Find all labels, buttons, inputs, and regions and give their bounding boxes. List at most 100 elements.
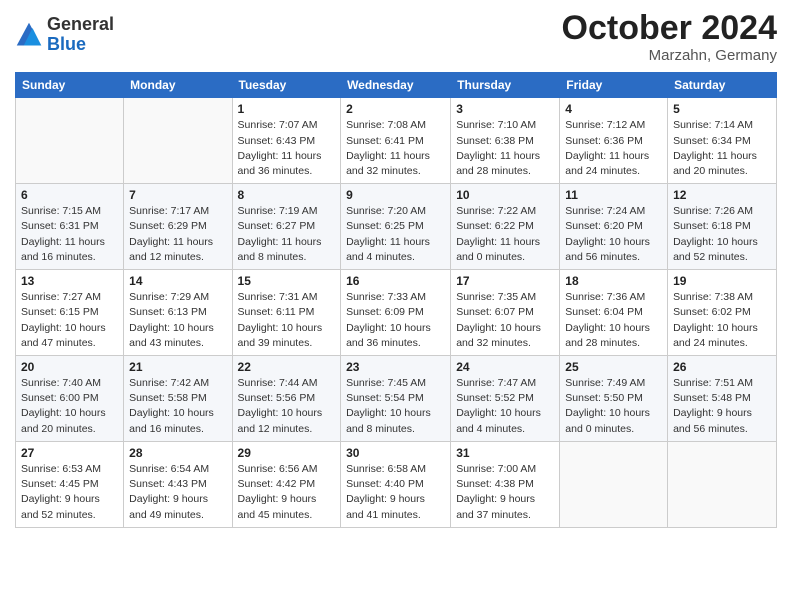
day-cell — [560, 441, 668, 527]
day-cell: 21 Sunrise: 7:42 AMSunset: 5:58 PMDayligh… — [124, 356, 232, 442]
day-info: Sunrise: 7:38 AMSunset: 6:02 PMDaylight:… — [673, 290, 771, 351]
day-info: Sunrise: 7:35 AMSunset: 6:07 PMDaylight:… — [456, 290, 554, 351]
day-cell: 29 Sunrise: 6:56 AMSunset: 4:42 PMDayligh… — [232, 441, 341, 527]
week-row-1: 1 Sunrise: 7:07 AMSunset: 6:43 PMDaylight… — [16, 98, 777, 184]
day-info: Sunrise: 7:36 AMSunset: 6:04 PMDaylight:… — [565, 290, 662, 351]
day-number: 21 — [129, 360, 226, 374]
day-number: 14 — [129, 274, 226, 288]
day-cell: 20 Sunrise: 7:40 AMSunset: 6:00 PMDayligh… — [16, 356, 124, 442]
day-info: Sunrise: 6:54 AMSunset: 4:43 PMDaylight:… — [129, 462, 226, 523]
day-info: Sunrise: 7:17 AMSunset: 6:29 PMDaylight:… — [129, 204, 226, 265]
day-info: Sunrise: 7:20 AMSunset: 6:25 PMDaylight:… — [346, 204, 445, 265]
day-info: Sunrise: 7:22 AMSunset: 6:22 PMDaylight:… — [456, 204, 554, 265]
day-cell: 6Sunrise: 7:15 AMSunset: 6:31 PMDaylight… — [16, 184, 124, 270]
day-number: 4 — [565, 102, 662, 116]
day-cell: 1 Sunrise: 7:07 AMSunset: 6:43 PMDaylight… — [232, 98, 341, 184]
day-info: Sunrise: 7:42 AMSunset: 5:58 PMDaylight:… — [129, 376, 226, 437]
day-info: Sunrise: 7:47 AMSunset: 5:52 PMDaylight:… — [456, 376, 554, 437]
day-info: Sunrise: 6:58 AMSunset: 4:40 PMDaylight:… — [346, 462, 445, 523]
day-cell: 26Sunrise: 7:51 AMSunset: 5:48 PMDayligh… — [668, 356, 777, 442]
day-number: 20 — [21, 360, 118, 374]
day-number: 7 — [129, 188, 226, 202]
day-number: 22 — [238, 360, 336, 374]
day-cell: 3Sunrise: 7:10 AMSunset: 6:38 PMDaylight… — [451, 98, 560, 184]
day-cell — [124, 98, 232, 184]
day-cell: 4Sunrise: 7:12 AMSunset: 6:36 PMDaylight… — [560, 98, 668, 184]
day-cell: 9Sunrise: 7:20 AMSunset: 6:25 PMDaylight… — [341, 184, 451, 270]
day-number: 28 — [129, 446, 226, 460]
day-cell: 22Sunrise: 7:44 AMSunset: 5:56 PMDayligh… — [232, 356, 341, 442]
day-cell — [16, 98, 124, 184]
day-number: 26 — [673, 360, 771, 374]
day-cell: 31 Sunrise: 7:00 AMSunset: 4:38 PMDayligh… — [451, 441, 560, 527]
col-friday: Friday — [560, 73, 668, 98]
day-info: Sunrise: 6:53 AMSunset: 4:45 PMDaylight:… — [21, 462, 118, 523]
generalblue-icon — [15, 21, 43, 49]
day-number: 5 — [673, 102, 771, 116]
day-cell: 14 Sunrise: 7:29 AMSunset: 6:13 PMDayligh… — [124, 270, 232, 356]
day-number: 31 — [456, 446, 554, 460]
header-row: Sunday Monday Tuesday Wednesday Thursday… — [16, 73, 777, 98]
day-number: 27 — [21, 446, 118, 460]
day-number: 8 — [238, 188, 336, 202]
col-monday: Monday — [124, 73, 232, 98]
day-cell: 11Sunrise: 7:24 AMSunset: 6:20 PMDayligh… — [560, 184, 668, 270]
day-number: 23 — [346, 360, 445, 374]
day-cell: 23Sunrise: 7:45 AMSunset: 5:54 PMDayligh… — [341, 356, 451, 442]
day-cell: 18 Sunrise: 7:36 AMSunset: 6:04 PMDayligh… — [560, 270, 668, 356]
header: General Blue October 2024 Marzahn, Germa… — [15, 10, 777, 64]
day-cell: 10 Sunrise: 7:22 AMSunset: 6:22 PMDayligh… — [451, 184, 560, 270]
week-row-5: 27 Sunrise: 6:53 AMSunset: 4:45 PMDayligh… — [16, 441, 777, 527]
day-cell: 30 Sunrise: 6:58 AMSunset: 4:40 PMDayligh… — [341, 441, 451, 527]
day-number: 24 — [456, 360, 554, 374]
day-info: Sunrise: 7:27 AMSunset: 6:15 PMDaylight:… — [21, 290, 118, 351]
day-info: Sunrise: 6:56 AMSunset: 4:42 PMDaylight:… — [238, 462, 336, 523]
day-info: Sunrise: 7:24 AMSunset: 6:20 PMDaylight:… — [565, 204, 662, 265]
day-info: Sunrise: 7:40 AMSunset: 6:00 PMDaylight:… — [21, 376, 118, 437]
day-number: 6 — [21, 188, 118, 202]
col-saturday: Saturday — [668, 73, 777, 98]
day-cell: 12 Sunrise: 7:26 AMSunset: 6:18 PMDayligh… — [668, 184, 777, 270]
day-cell: 13 Sunrise: 7:27 AMSunset: 6:15 PMDayligh… — [16, 270, 124, 356]
day-number: 3 — [456, 102, 554, 116]
day-info: Sunrise: 7:14 AMSunset: 6:34 PMDaylight:… — [673, 118, 771, 179]
day-info: Sunrise: 7:29 AMSunset: 6:13 PMDaylight:… — [129, 290, 226, 351]
day-number: 30 — [346, 446, 445, 460]
day-number: 17 — [456, 274, 554, 288]
day-number: 13 — [21, 274, 118, 288]
day-cell: 16Sunrise: 7:33 AMSunset: 6:09 PMDayligh… — [341, 270, 451, 356]
day-number: 25 — [565, 360, 662, 374]
day-info: Sunrise: 7:26 AMSunset: 6:18 PMDaylight:… — [673, 204, 771, 265]
month-title: October 2024 — [562, 10, 777, 47]
day-info: Sunrise: 7:33 AMSunset: 6:09 PMDaylight:… — [346, 290, 445, 351]
day-number: 2 — [346, 102, 445, 116]
day-number: 18 — [565, 274, 662, 288]
day-cell: 15 Sunrise: 7:31 AMSunset: 6:11 PMDayligh… — [232, 270, 341, 356]
day-info: Sunrise: 7:19 AMSunset: 6:27 PMDaylight:… — [238, 204, 336, 265]
logo-text: General Blue — [47, 15, 114, 55]
day-cell: 28 Sunrise: 6:54 AMSunset: 4:43 PMDayligh… — [124, 441, 232, 527]
day-cell: 25Sunrise: 7:49 AMSunset: 5:50 PMDayligh… — [560, 356, 668, 442]
week-row-4: 20 Sunrise: 7:40 AMSunset: 6:00 PMDayligh… — [16, 356, 777, 442]
day-number: 10 — [456, 188, 554, 202]
day-number: 19 — [673, 274, 771, 288]
day-cell: 7 Sunrise: 7:17 AMSunset: 6:29 PMDaylight… — [124, 184, 232, 270]
week-row-2: 6Sunrise: 7:15 AMSunset: 6:31 PMDaylight… — [16, 184, 777, 270]
day-info: Sunrise: 7:31 AMSunset: 6:11 PMDaylight:… — [238, 290, 336, 351]
day-cell — [668, 441, 777, 527]
day-cell: 17 Sunrise: 7:35 AMSunset: 6:07 PMDayligh… — [451, 270, 560, 356]
title-block: October 2024 Marzahn, Germany — [562, 10, 777, 64]
logo-blue: Blue — [47, 35, 114, 55]
col-thursday: Thursday — [451, 73, 560, 98]
day-number: 29 — [238, 446, 336, 460]
day-number: 1 — [238, 102, 336, 116]
calendar-table: Sunday Monday Tuesday Wednesday Thursday… — [15, 72, 777, 527]
day-number: 15 — [238, 274, 336, 288]
col-sunday: Sunday — [16, 73, 124, 98]
day-info: Sunrise: 7:07 AMSunset: 6:43 PMDaylight:… — [238, 118, 336, 179]
day-info: Sunrise: 7:00 AMSunset: 4:38 PMDaylight:… — [456, 462, 554, 523]
day-cell: 2Sunrise: 7:08 AMSunset: 6:41 PMDaylight… — [341, 98, 451, 184]
col-wednesday: Wednesday — [341, 73, 451, 98]
day-cell: 24 Sunrise: 7:47 AMSunset: 5:52 PMDayligh… — [451, 356, 560, 442]
day-number: 12 — [673, 188, 771, 202]
